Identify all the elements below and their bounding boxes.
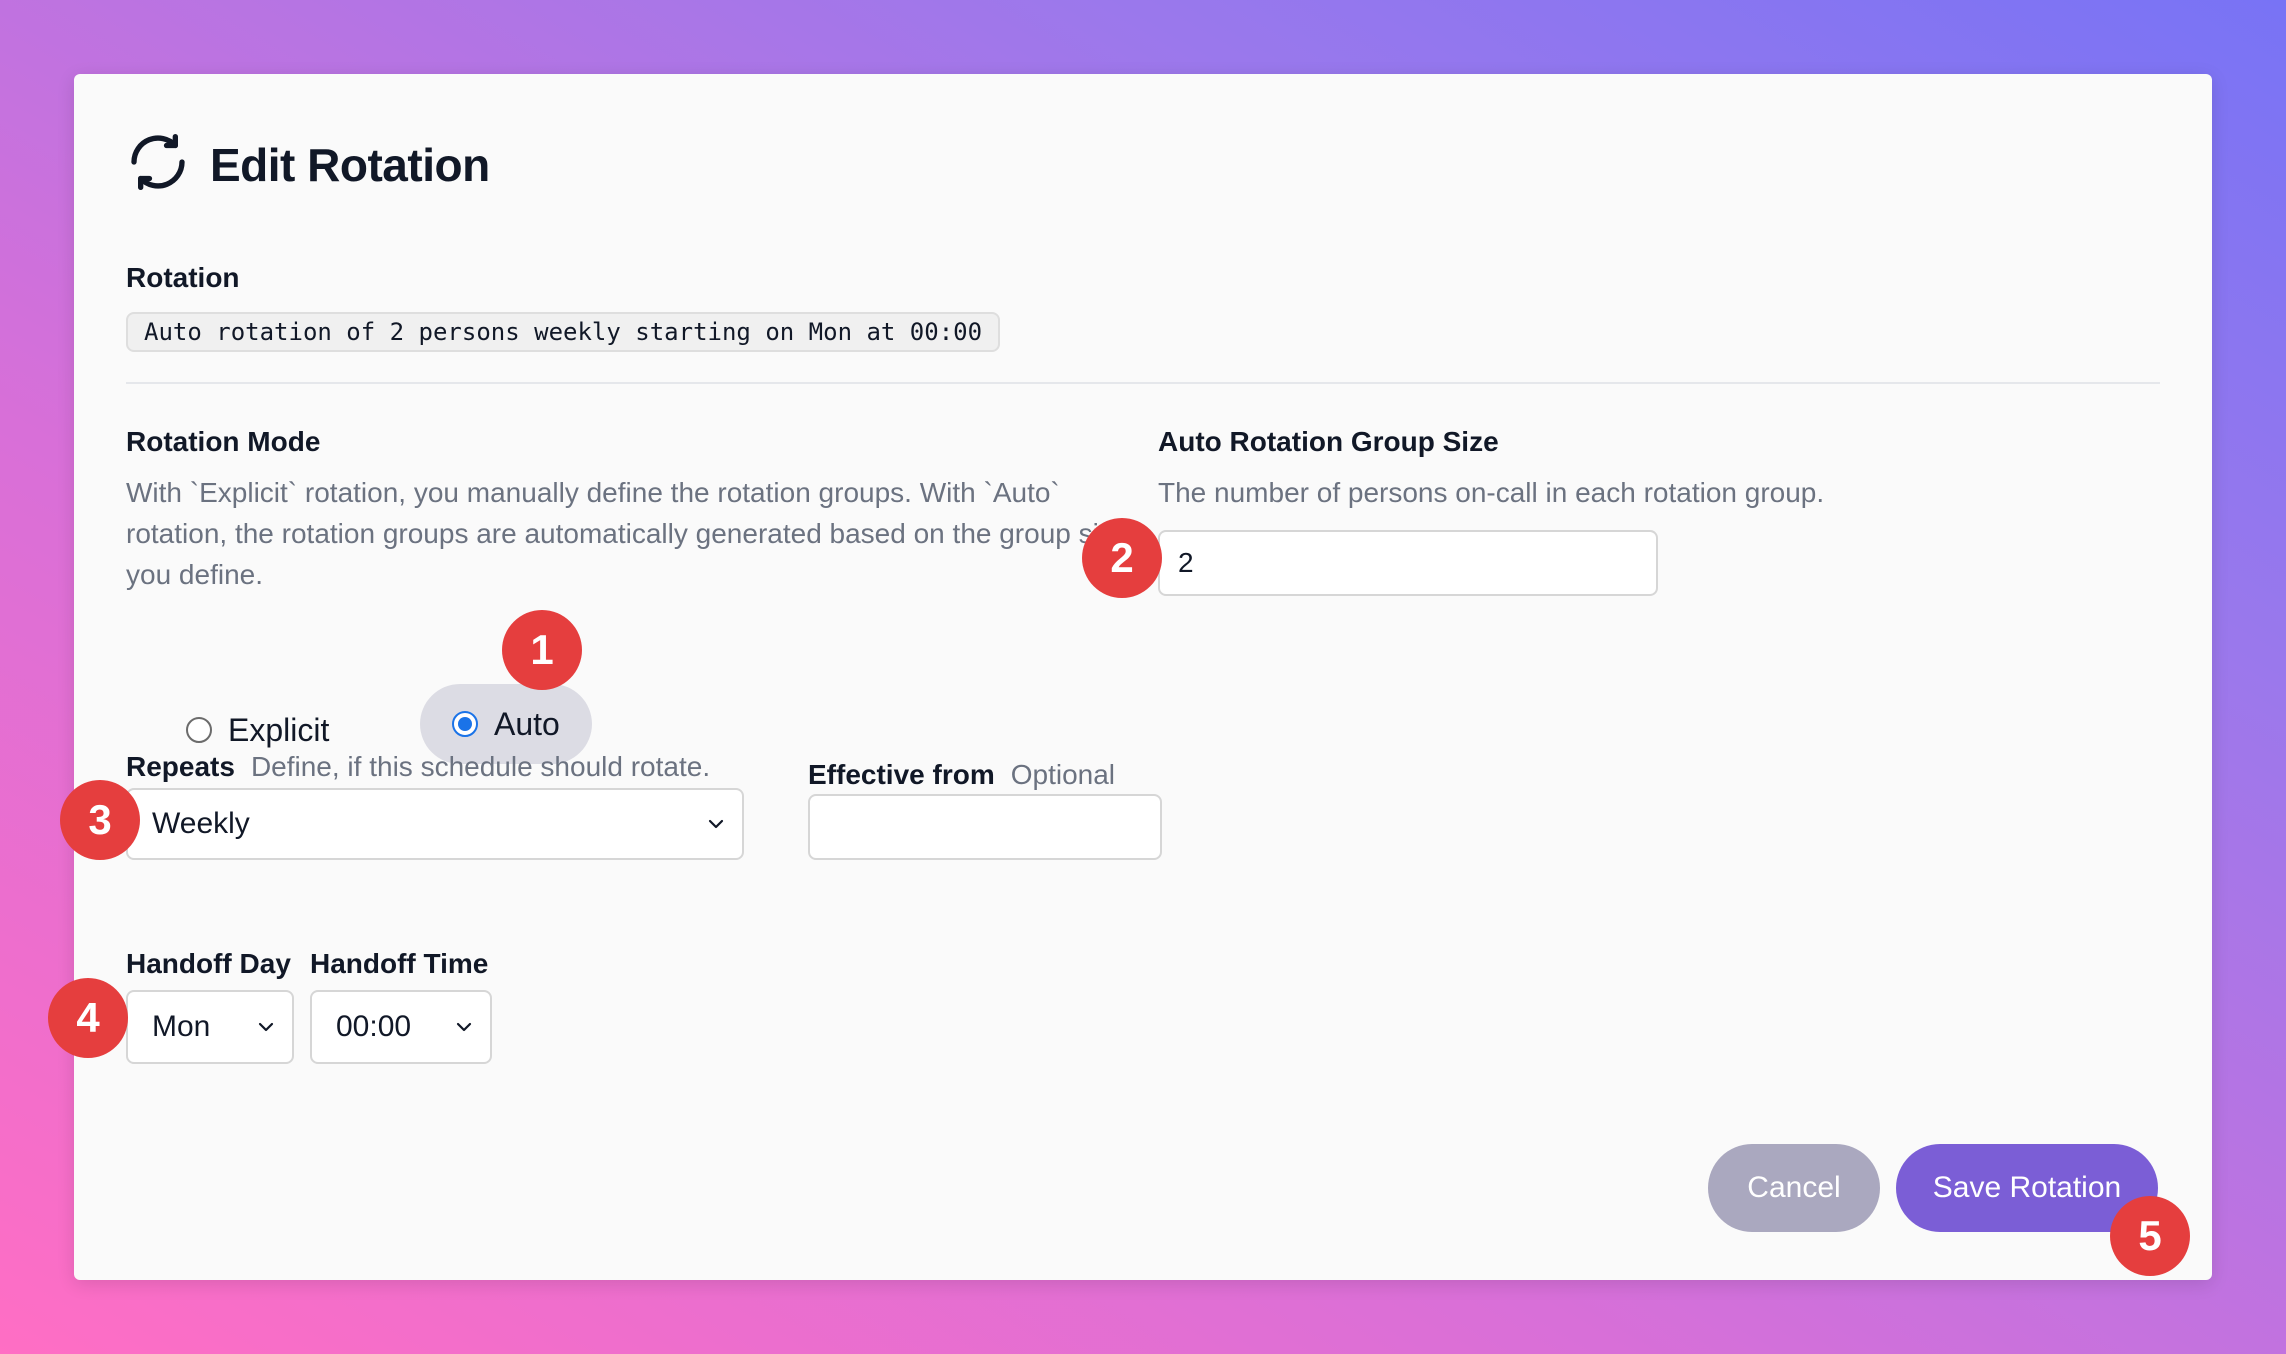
step-badge-2: 2 [1082,518,1162,598]
repeats-value: Weekly [152,807,250,840]
rotation-summary: Auto rotation of 2 persons weekly starti… [126,312,1001,352]
effective-from-input[interactable] [808,794,1162,860]
step-badge-1: 1 [502,610,582,690]
group-size-input[interactable]: 2 [1158,530,1658,596]
repeats-label: Repeats [126,751,235,782]
effective-from-label-row: Effective from Optional [808,754,1115,795]
group-size-label: Auto Rotation Group Size [1158,426,1499,457]
rotation-label: Rotation [126,262,240,293]
handoff-day-select[interactable]: Mon [126,990,294,1064]
radio-explicit-label: Explicit [228,711,330,748]
divider [126,382,2160,384]
dialog-title: Edit Rotation [210,138,490,191]
refresh-icon [126,130,190,199]
effective-from-label: Effective from [808,759,995,790]
radio-auto-circle[interactable] [452,711,478,737]
step-badge-4: 4 [48,978,128,1058]
dialog-header: Edit Rotation [126,130,490,199]
rotation-mode-help: With `Explicit` rotation, you manually d… [126,477,1129,590]
rotation-mode-label: Rotation Mode [126,426,321,457]
repeats-label-row: Repeats Define, if this schedule should … [126,746,710,787]
step-badge-5: 5 [2110,1196,2190,1276]
repeats-help: Define, if this schedule should rotate. [250,751,711,782]
chevron-down-icon [456,1022,472,1032]
repeats-select[interactable]: Weekly [126,788,744,860]
handoff-time-select[interactable]: 00:00 [310,990,492,1064]
handoff-day-label: Handoff Day [126,948,291,979]
group-size-help: The number of persons on-call in each ro… [1158,477,1825,508]
step-badge-3: 3 [60,780,140,860]
edit-rotation-dialog: Edit Rotation Rotation Auto rotation of … [74,74,2212,1280]
radio-explicit-circle[interactable] [186,717,212,743]
cancel-button[interactable]: Cancel [1708,1144,1880,1232]
handoff-day-value: Mon [152,1010,211,1043]
handoff-time-label: Handoff Time [310,948,489,979]
handoff-time-value: 00:00 [336,1010,412,1043]
chevron-down-icon [258,1022,274,1032]
chevron-down-icon [708,819,724,829]
effective-from-hint: Optional [1010,759,1116,790]
radio-auto-label: Auto [494,705,560,742]
